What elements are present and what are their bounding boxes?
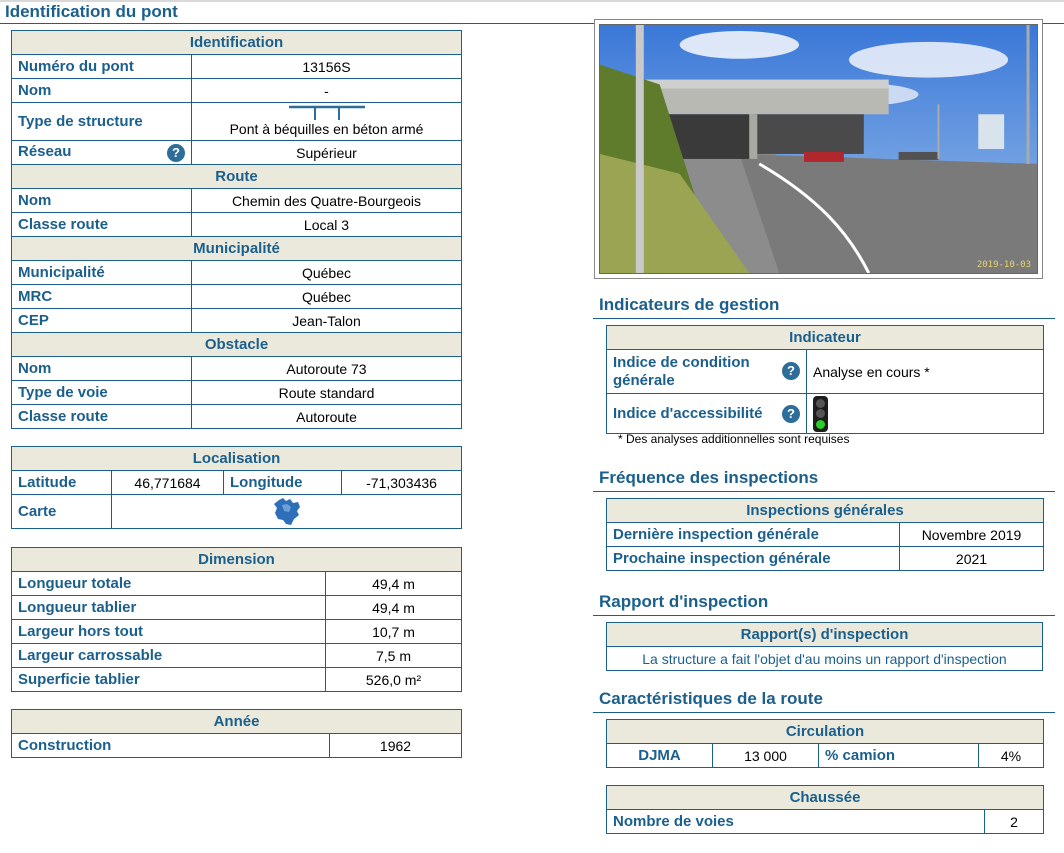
analyses-footnote: * Des analyses additionnelles sont requi…: [618, 432, 850, 446]
rapport-table: Rapport(s) d'inspection La structure a f…: [606, 622, 1043, 671]
traffic-light-icon: [813, 395, 828, 432]
dimension-value: 7,5 m: [325, 643, 462, 668]
carte-cell: [110, 494, 463, 529]
indicateurs-title: Indicateurs de gestion: [593, 295, 1055, 319]
dimension-label: Longueur totale: [11, 571, 326, 596]
identification-table: Identification Numéro du pont 13156S Nom…: [11, 30, 462, 429]
dimension-label: Longueur tablier: [11, 595, 326, 620]
help-icon[interactable]: ?: [782, 361, 800, 380]
municipalite-header: Municipalité: [11, 236, 462, 261]
camion-label: % camion: [818, 743, 979, 768]
derniere-inspection-label: Dernière inspection générale: [606, 522, 900, 547]
dimension-value: 10,7 m: [325, 619, 462, 644]
dimension-value: 49,4 m: [325, 595, 462, 620]
annee-table: Année Construction 1962: [11, 709, 462, 758]
obstacle-type-value: Route standard: [191, 380, 462, 405]
prochaine-inspection-value: 2021: [899, 546, 1044, 571]
localisation-header: Localisation: [10, 446, 463, 471]
type-structure-value: Pont à béquilles en béton armé: [229, 121, 424, 137]
derniere-inspection-value: Novembre 2019: [899, 522, 1044, 547]
dimension-value: 526,0 m²: [325, 667, 462, 692]
dimension-value: 49,4 m: [325, 571, 462, 596]
type-structure-label: Type de structure: [11, 102, 192, 141]
longitude-label: Longitude: [223, 470, 342, 495]
obstacle-classe-label: Classe route: [11, 404, 192, 429]
dimension-label: Superficie tablier: [11, 667, 326, 692]
annee-header: Année: [11, 709, 462, 734]
icg-value: Analyse en cours *: [806, 349, 1044, 394]
dimension-label: Largeur hors tout: [11, 619, 326, 644]
route-nom-value: Chemin des Quatre-Bourgeois: [191, 188, 462, 213]
nom-label: Nom: [11, 78, 192, 103]
nom-value: -: [191, 78, 462, 103]
reseau-label-cell: Réseau ?: [11, 140, 192, 165]
icg-label: Indice de condition générale: [613, 353, 750, 389]
obstacle-nom-label: Nom: [11, 356, 192, 381]
icg-label-cell: ? Indice de condition générale: [606, 349, 807, 394]
accessibilite-value-cell: [806, 393, 1044, 434]
route-header: Route: [11, 164, 462, 189]
route-classe-value: Local 3: [191, 212, 462, 237]
photo-date: 2019-10-03: [976, 260, 1031, 270]
chaussee-table: Chaussée Nombre de voies 2: [606, 785, 1044, 834]
numero-value: 13156S: [191, 54, 462, 79]
municipalite-label: Municipalité: [11, 260, 192, 285]
indicateurs-table: Indicateur ? Indice de condition général…: [606, 325, 1044, 434]
bridge-photo-image: [600, 25, 1037, 273]
numero-label: Numéro du pont: [11, 54, 192, 79]
rapport-title: Rapport d'inspection: [593, 592, 1055, 616]
obstacle-nom-value: Autoroute 73: [191, 356, 462, 381]
obstacle-header: Obstacle: [11, 332, 462, 357]
rapport-header: Rapport(s) d'inspection: [606, 622, 1043, 647]
localisation-table: Localisation Latitude 46,771684 Longitud…: [10, 446, 463, 529]
obstacle-classe-value: Autoroute: [191, 404, 462, 429]
caracteristiques-title: Caractéristiques de la route: [593, 689, 1055, 713]
structure-type-icon: [289, 105, 365, 120]
frequence-table: Inspections générales Dernière inspectio…: [606, 498, 1044, 571]
reseau-value: Supérieur: [191, 140, 462, 165]
longitude-value: -71,303436: [340, 470, 463, 495]
construction-label: Construction: [11, 733, 330, 758]
mrc-value: Québec: [191, 284, 462, 309]
camion-value: 4%: [977, 743, 1045, 768]
inspections-header: Inspections générales: [606, 498, 1044, 523]
dimension-header: Dimension: [11, 547, 462, 572]
indicateur-header: Indicateur: [606, 325, 1044, 350]
type-structure-cell: Pont à béquilles en béton armé: [191, 102, 462, 141]
help-icon[interactable]: ?: [782, 404, 800, 423]
dimension-table: Dimension Longueur totale 49,4 m Longueu…: [11, 547, 462, 692]
rapport-link[interactable]: La structure a fait l'objet d'au moins u…: [606, 646, 1043, 671]
route-nom-label: Nom: [11, 188, 192, 213]
dimension-label: Largeur carrossable: [11, 643, 326, 668]
bridge-photo: 2019-10-03: [599, 24, 1038, 274]
quebec-map-icon[interactable]: [271, 497, 303, 527]
latitude-value: 46,771684: [111, 470, 224, 495]
accessibilite-label-cell: Indice d'accessibilité ?: [606, 393, 807, 434]
chaussee-header: Chaussée: [606, 785, 1044, 810]
reseau-label: Réseau: [18, 143, 72, 160]
carte-label: Carte: [11, 494, 112, 529]
circulation-header: Circulation: [605, 719, 1045, 744]
nombre-voies-label: Nombre de voies: [606, 809, 985, 834]
identification-header: Identification: [11, 30, 462, 55]
cep-value: Jean-Talon: [191, 308, 462, 333]
mrc-label: MRC: [11, 284, 192, 309]
accessibilite-label: Indice d'accessibilité: [613, 404, 763, 422]
help-icon[interactable]: ?: [167, 144, 185, 162]
bridge-photo-frame[interactable]: 2019-10-03: [594, 19, 1043, 279]
latitude-label: Latitude: [11, 470, 112, 495]
frequence-title: Fréquence des inspections: [593, 468, 1055, 492]
obstacle-type-label: Type de voie: [11, 380, 192, 405]
cep-label: CEP: [11, 308, 192, 333]
construction-value: 1962: [329, 733, 462, 758]
municipalite-value: Québec: [191, 260, 462, 285]
route-classe-label: Classe route: [11, 212, 192, 237]
djma-label: DJMA: [606, 743, 713, 768]
prochaine-inspection-label: Prochaine inspection générale: [606, 546, 900, 571]
nombre-voies-value: 2: [984, 809, 1044, 834]
djma-value: 13 000: [712, 743, 819, 768]
circulation-table: Circulation DJMA 13 000 % camion 4%: [605, 719, 1045, 768]
